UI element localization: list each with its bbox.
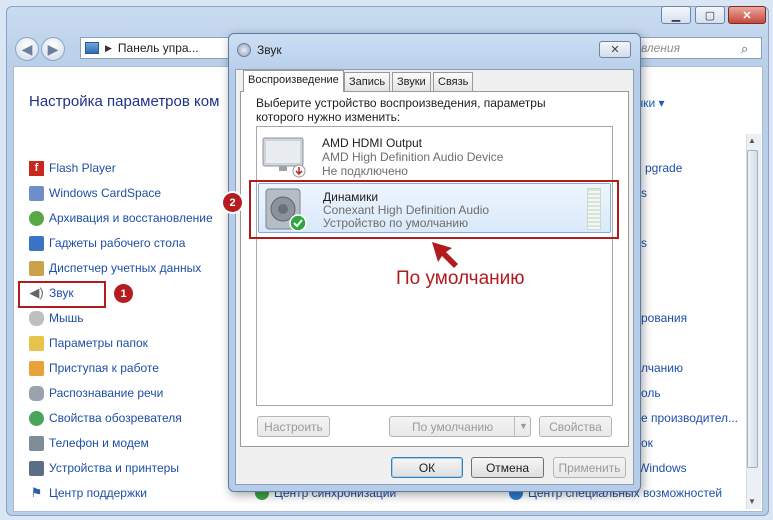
control-panel-icon: [85, 42, 99, 54]
device-driver: AMD High Definition Audio Device: [322, 150, 504, 164]
maximize-button[interactable]: ▢: [695, 6, 725, 24]
cp-item-cardspace[interactable]: Windows CardSpace: [29, 183, 161, 203]
cp-item-phone-modem[interactable]: Телефон и модем: [29, 433, 149, 453]
properties-button[interactable]: Свойства: [539, 416, 612, 437]
cp-item-speech[interactable]: Распознавание речи: [29, 383, 163, 403]
cp-item-label: Центр поддержки: [49, 486, 147, 500]
cp-item-action-center[interactable]: ⚑ Центр поддержки: [29, 483, 147, 503]
cp-item-label: Телефон и модем: [49, 436, 149, 450]
search-icon[interactable]: ⌕: [741, 41, 748, 57]
gadgets-icon: [29, 235, 44, 251]
minimize-button[interactable]: ▁: [661, 6, 691, 24]
step-badge-2: 2: [223, 193, 242, 212]
cp-item-credentials[interactable]: Диспетчер учетных данных: [29, 258, 201, 278]
cp-item-internet-options[interactable]: Свойства обозревателя: [29, 408, 182, 428]
backup-icon: [29, 210, 44, 226]
view-by-link[interactable]: чки ▾: [637, 96, 665, 110]
tab-sounds[interactable]: Звуки: [392, 72, 431, 91]
ok-button[interactable]: ОК: [391, 457, 463, 478]
tab-playback[interactable]: Воспроизведение: [243, 70, 344, 92]
device-status: Не подключено: [322, 164, 408, 178]
cp-item-devices-printers[interactable]: Устройства и принтеры: [29, 458, 179, 478]
cp-item-folder-options[interactable]: Параметры папок: [29, 333, 148, 353]
sound-dialog-icon: [237, 43, 251, 57]
tab-recording[interactable]: Запись: [344, 72, 391, 91]
configure-button[interactable]: Настроить: [257, 416, 330, 437]
cardspace-icon: [29, 185, 44, 201]
cp-right-item[interactable]: s: [641, 183, 647, 203]
cp-item-label: Устройства и принтеры: [49, 461, 179, 475]
tab-communications[interactable]: Связь: [433, 72, 474, 91]
default-callout-text: По умолчанию: [396, 268, 525, 289]
cp-item-flash-player[interactable]: f Flash Player: [29, 158, 116, 178]
phone-modem-icon: [29, 435, 44, 451]
cp-item-label: Диспетчер учетных данных: [49, 261, 202, 275]
cp-item-getting-started[interactable]: Приступая к работе: [29, 358, 159, 378]
device-name: AMD HDMI Output: [322, 136, 423, 150]
dialog-close-button[interactable]: ✕: [599, 41, 631, 58]
cp-right-item[interactable]: лчанию: [641, 358, 683, 378]
instruction-text: Выберите устройство воспроизведения, пар…: [256, 96, 546, 124]
dialog-title: Звук: [257, 43, 282, 57]
scroll-down-icon[interactable]: ▼: [748, 497, 756, 506]
folder-options-icon: [29, 335, 44, 351]
cp-right-item[interactable]: Windows: [638, 458, 687, 478]
action-center-flag-icon: ⚑: [30, 485, 43, 500]
scrollbar-thumb[interactable]: [747, 150, 758, 468]
cp-item-backup[interactable]: Архивация и восстановление: [29, 208, 213, 228]
chevron-down-icon[interactable]: ▼: [514, 417, 528, 436]
cancel-button[interactable]: Отмена: [471, 457, 544, 478]
cp-item-mouse[interactable]: Мышь: [29, 308, 84, 328]
cp-item-label: Гаджеты рабочего стола: [49, 236, 186, 250]
cp-item-label: Мышь: [49, 311, 84, 325]
cp-right-item[interactable]: рования: [641, 308, 687, 328]
address-text: Панель упра...: [117, 41, 199, 55]
device-item-hdmi[interactable]: AMD HDMI Output AMD High Definition Audi…: [258, 130, 611, 180]
monitor-icon: [262, 137, 306, 178]
flash-icon: f: [29, 160, 44, 176]
cp-item-label: Свойства обозревателя: [49, 411, 182, 425]
devices-printers-icon: [29, 460, 44, 476]
close-button[interactable]: ✕: [728, 6, 766, 24]
page-title: Настройка параметров ком: [29, 93, 220, 110]
cp-right-item[interactable]: pgrade: [645, 158, 682, 178]
internet-options-icon: [29, 410, 44, 426]
set-default-label: По умолчанию: [412, 419, 494, 434]
cp-item-label: Архивация и восстановление: [49, 211, 213, 225]
getting-started-icon: [29, 360, 44, 376]
cp-item-gadgets[interactable]: Гаджеты рабочего стола: [29, 233, 185, 253]
step-badge-1: 1: [114, 284, 133, 303]
microphone-icon: [29, 385, 44, 401]
highlight-box-sound: [18, 281, 106, 308]
credentials-icon: [29, 260, 44, 276]
mouse-icon: [29, 310, 44, 326]
cp-item-label: Приступая к работе: [49, 361, 159, 375]
back-button[interactable]: ◀: [15, 37, 39, 61]
cp-right-item[interactable]: оль: [641, 383, 661, 403]
chevron-right-icon: ▶: [105, 42, 112, 53]
cp-right-item[interactable]: ок: [641, 433, 653, 453]
cp-item-label: Распознавание речи: [49, 386, 164, 400]
apply-button[interactable]: Применить: [553, 457, 626, 478]
highlight-box-speakers: [249, 180, 619, 239]
forward-button[interactable]: ▶: [41, 37, 65, 61]
cp-item-label: Flash Player: [49, 161, 116, 175]
cp-item-label: Параметры папок: [49, 336, 148, 350]
cp-right-item[interactable]: е производител...: [641, 408, 738, 428]
address-bar[interactable]: ▶ Панель упра...: [80, 37, 230, 59]
scroll-up-icon[interactable]: ▲: [748, 136, 756, 145]
cp-right-item[interactable]: s: [641, 233, 647, 253]
set-default-button[interactable]: По умолчанию ▼: [389, 416, 531, 437]
cp-item-label: Windows CardSpace: [49, 186, 162, 200]
